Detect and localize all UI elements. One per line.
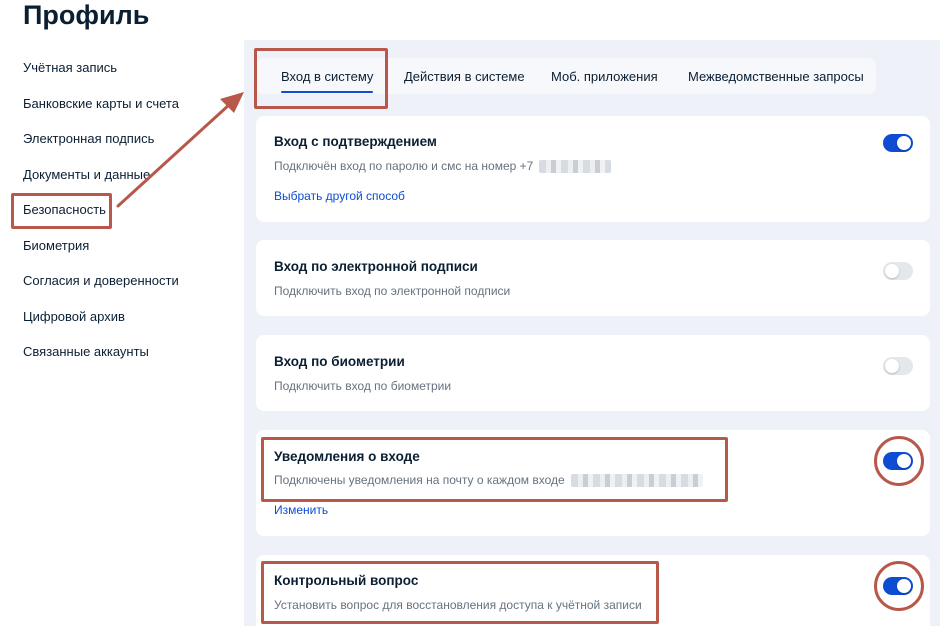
- sidebar-item-consents[interactable]: Согласия и доверенности: [23, 273, 243, 309]
- sidebar-item-security[interactable]: Безопасность: [23, 202, 243, 238]
- notifications-text: Подключены уведомления на почту о каждом…: [274, 473, 565, 487]
- card-description: Подключён вход по паролю и смс на номер …: [274, 159, 612, 174]
- esign-login-toggle[interactable]: [883, 262, 913, 280]
- change-link[interactable]: Изменить: [274, 503, 328, 517]
- card-biometry-login: Вход по биометрии Подключить вход по био…: [256, 335, 930, 411]
- sidebar-item-biometry[interactable]: Биометрия: [23, 238, 243, 274]
- tab-mobile-apps[interactable]: Моб. приложения: [551, 69, 658, 84]
- toggle-knob: [885, 264, 899, 278]
- card-esign-login: Вход по электронной подписи Подключить в…: [256, 240, 930, 316]
- toggle-knob: [885, 359, 899, 373]
- sidebar-item-account[interactable]: Учётная запись: [23, 60, 243, 96]
- tab-actions[interactable]: Действия в системе: [404, 69, 525, 84]
- sidebar-item-documents[interactable]: Документы и данные: [23, 167, 243, 203]
- toggle-knob: [897, 454, 911, 468]
- login-notifications-toggle[interactable]: [883, 452, 913, 470]
- security-question-toggle[interactable]: [883, 577, 913, 595]
- change-method-link[interactable]: Выбрать другой способ: [274, 189, 405, 203]
- sidebar: Учётная запись Банковские карты и счета …: [23, 60, 243, 380]
- sidebar-item-bank-cards[interactable]: Банковские карты и счета: [23, 96, 243, 132]
- card-title: Контрольный вопрос: [274, 573, 419, 588]
- redacted-phone: [539, 160, 612, 174]
- confirm-login-toggle[interactable]: [883, 134, 913, 152]
- card-description: Подключить вход по электронной подписи: [274, 284, 511, 298]
- card-login-notifications: Уведомления о входе Подключены уведомлен…: [256, 430, 930, 536]
- sidebar-item-esignature[interactable]: Электронная подпись: [23, 131, 243, 167]
- toggle-knob: [897, 136, 911, 150]
- card-title: Вход по биометрии: [274, 354, 405, 369]
- tab-bar: Вход в систему Действия в системе Моб. п…: [256, 58, 876, 94]
- redacted-email: [570, 474, 703, 488]
- sidebar-item-digital-archive[interactable]: Цифровой архив: [23, 309, 243, 345]
- card-security-question: Контрольный вопрос Установить вопрос для…: [256, 555, 930, 626]
- card-description: Установить вопрос для восстановления дос…: [274, 598, 642, 612]
- tab-login[interactable]: Вход в систему: [281, 69, 374, 93]
- card-confirm-login: Вход с подтверждением Подключён вход по …: [256, 116, 930, 222]
- biometry-login-toggle[interactable]: [883, 357, 913, 375]
- card-description: Подключить вход по биометрии: [274, 379, 452, 393]
- phone-text: Подключён вход по паролю и смс на номер …: [274, 159, 534, 173]
- card-title: Уведомления о входе: [274, 449, 420, 464]
- sidebar-item-linked-accounts[interactable]: Связанные аккаунты: [23, 344, 243, 380]
- tab-interagency-requests[interactable]: Межведомственные запросы: [688, 69, 864, 84]
- card-description: Подключены уведомления на почту о каждом…: [274, 473, 703, 488]
- toggle-knob: [897, 579, 911, 593]
- card-title: Вход по электронной подписи: [274, 259, 478, 274]
- page-title: Профиль: [23, 0, 150, 30]
- card-title: Вход с подтверждением: [274, 134, 437, 149]
